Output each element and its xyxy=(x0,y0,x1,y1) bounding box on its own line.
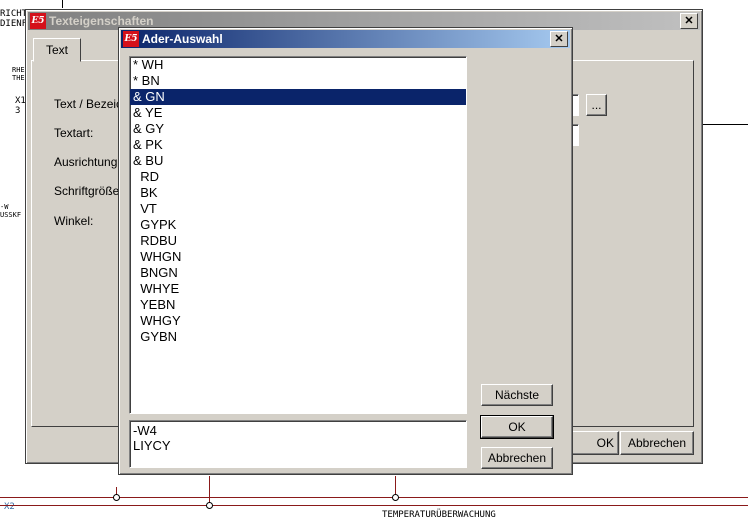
dialog-title: Ader-Auswahl xyxy=(142,32,223,46)
cancel-label: Abbrechen xyxy=(627,436,687,450)
label-schriftgroesse: Schriftgröße: xyxy=(54,184,123,198)
bg-junction xyxy=(113,494,120,501)
wire-list-item[interactable]: * BN xyxy=(130,73,466,89)
cancel-button[interactable]: Abbrechen xyxy=(620,431,694,455)
tab-text[interactable]: Text xyxy=(33,38,81,62)
wire-list-item[interactable]: WHYE xyxy=(130,281,466,297)
bg-wire xyxy=(0,505,748,506)
wire-list-item[interactable]: GYPK xyxy=(130,217,466,233)
next-label: Nächste xyxy=(494,388,540,402)
wire-list-item[interactable]: & GN xyxy=(130,89,466,105)
wire-list-item[interactable]: GYBN xyxy=(130,329,466,345)
bg-line xyxy=(700,124,748,125)
bg-text-bottom-left: X2 xyxy=(4,502,15,512)
cable-type: LIYCY xyxy=(133,438,171,453)
wire-list-item[interactable]: WHGY xyxy=(130,313,466,329)
next-button[interactable]: Nächste xyxy=(481,384,553,406)
bg-line xyxy=(62,0,63,8)
wire-list-item[interactable]: VT xyxy=(130,201,466,217)
cancel-button[interactable]: Abbrechen xyxy=(481,447,553,469)
wire-list-item[interactable]: * WH xyxy=(130,57,466,73)
app-logo-icon: E5 xyxy=(123,31,139,47)
ok-button[interactable]: OK xyxy=(571,431,619,455)
label-ausrichtung: Ausrichtung: xyxy=(54,155,121,169)
wire-list[interactable]: * WH * BN & GN & YE & GY & PK & BU RD BK VT GY… xyxy=(129,56,467,414)
wire-list-item[interactable]: BNGN xyxy=(130,265,466,281)
wire-list-item[interactable]: & BU xyxy=(130,153,466,169)
ok-label: OK xyxy=(596,436,614,450)
wire-list-item[interactable]: & GY xyxy=(130,121,466,137)
browse-label: ... xyxy=(591,98,602,112)
wire-list-item[interactable]: YEBN xyxy=(130,297,466,313)
app-logo-icon: E5 xyxy=(30,13,46,29)
wire-list-item[interactable]: RDBU xyxy=(130,233,466,249)
ader-auswahl-titlebar[interactable]: E5 Ader-Auswahl ✕ xyxy=(121,30,570,48)
wire-list-items: * WH * BN & GN & YE & GY & PK & BU RD BK VT GY… xyxy=(130,57,466,345)
bg-text-left-small-1: RHE THE xyxy=(12,66,25,82)
wire-list-item[interactable]: RD xyxy=(130,169,466,185)
bg-text-left-side: -W USSKF xyxy=(0,203,22,219)
ok-button[interactable]: OK xyxy=(480,415,554,439)
wire-list-item[interactable]: WHGN xyxy=(130,249,466,265)
window-title: Texteigenschaften xyxy=(49,14,154,28)
label-textart: Textart: xyxy=(54,126,94,140)
wire-list-item[interactable]: & PK xyxy=(130,137,466,153)
bg-text-bottom-center: TEMPERATURÜBERWACHUNG xyxy=(382,510,496,520)
wire-list-item[interactable]: & YE xyxy=(130,105,466,121)
bg-junction xyxy=(392,494,399,501)
bg-junction xyxy=(206,502,213,509)
cable-name: -W4 xyxy=(133,423,157,438)
wire-list-item[interactable]: BK xyxy=(130,185,466,201)
ader-auswahl-dialog: E5 Ader-Auswahl ✕ * WH * BN & GN & YE & GY & … xyxy=(118,27,573,475)
cable-info-box: -W4 LIYCY xyxy=(129,420,467,468)
ok-label: OK xyxy=(508,420,526,434)
label-text: Text / Bezeic xyxy=(54,97,123,111)
tab-label: Text xyxy=(45,43,68,57)
cancel-label: Abbrechen xyxy=(487,451,547,465)
close-button[interactable]: ✕ xyxy=(550,31,568,47)
bg-text-top-left: RICHT DIENF xyxy=(0,9,28,29)
label-winkel: Winkel: xyxy=(54,214,94,228)
close-button[interactable]: ✕ xyxy=(680,13,698,29)
browse-button[interactable]: ... xyxy=(586,94,607,116)
